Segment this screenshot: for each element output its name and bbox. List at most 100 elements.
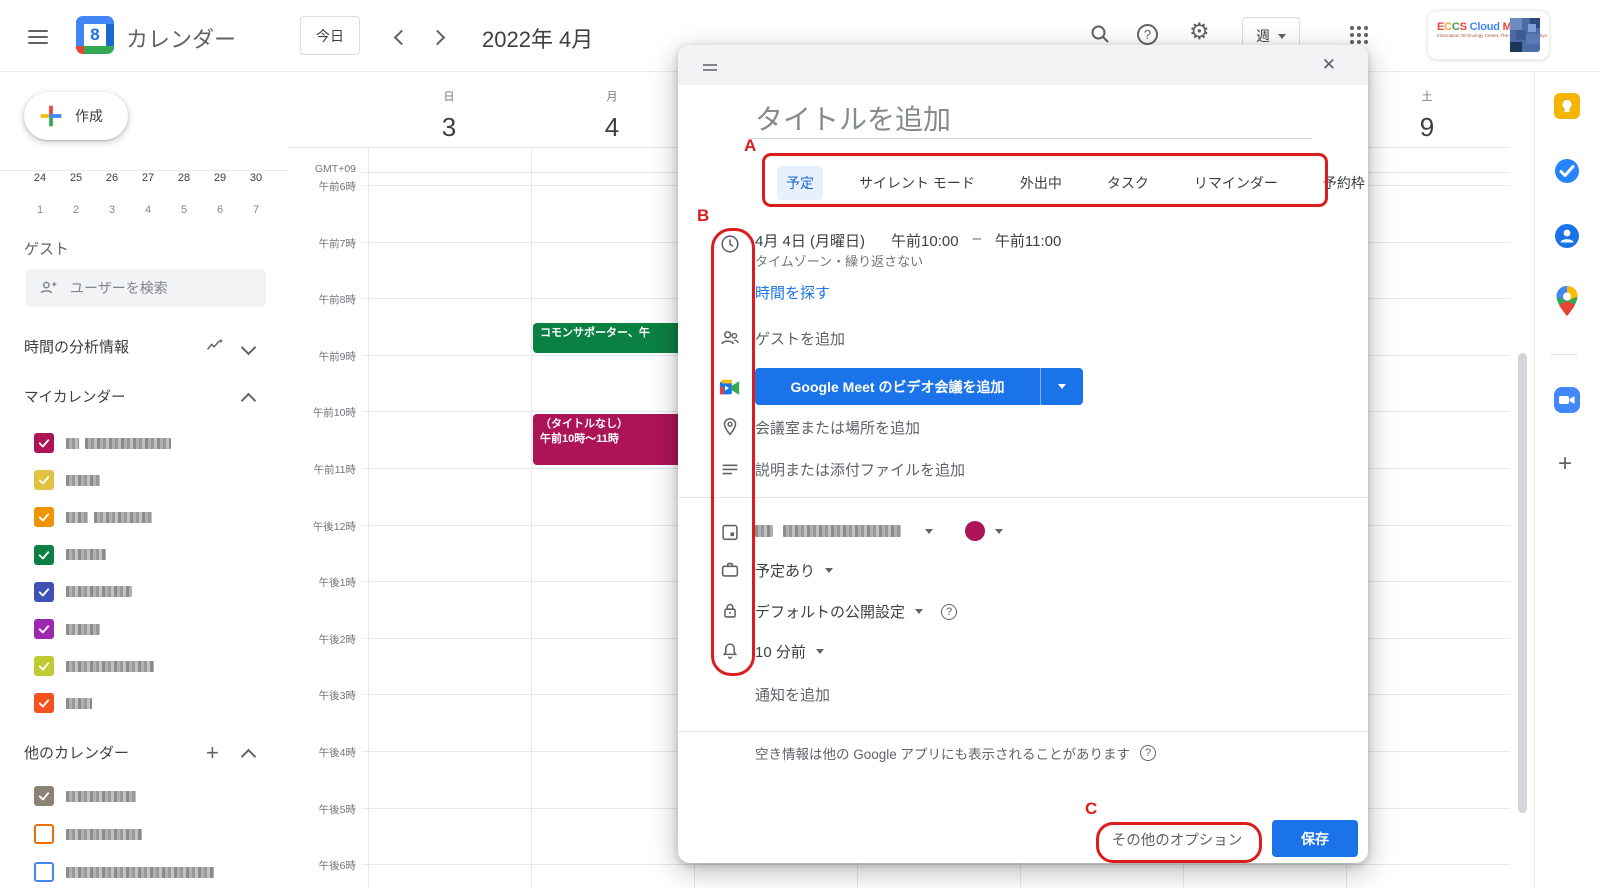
calendar-checkbox[interactable] [34, 582, 54, 602]
calendar-color-dot[interactable] [965, 521, 985, 541]
tasks-icon[interactable] [1554, 158, 1580, 184]
start-time[interactable]: 午前10:00 [891, 230, 959, 251]
calendar-list-item[interactable] [34, 655, 154, 677]
timezone-note[interactable]: タイムゾーン・繰り返さない [755, 251, 923, 270]
next-week-icon[interactable] [432, 30, 443, 48]
mini-calendar-day[interactable]: 24 [26, 172, 54, 184]
mini-calendar-day[interactable]: 4 [134, 204, 162, 216]
calendar-checkbox[interactable] [34, 433, 54, 453]
calendar-checkbox[interactable] [34, 693, 54, 713]
calendar-list-item[interactable] [34, 861, 214, 883]
today-button[interactable]: 今日 [300, 16, 360, 55]
datetime-row[interactable]: 4月 4日 (月曜日) 午前10:00 – 午前11:00 [755, 230, 1061, 251]
mini-calendar-day[interactable]: 3 [98, 204, 126, 216]
calendar-checkbox[interactable] [34, 862, 54, 882]
event-type-tab[interactable]: タスク [1098, 166, 1158, 200]
mini-calendar-day[interactable]: 26 [98, 172, 126, 184]
eccs-brand-part: C [1452, 21, 1460, 33]
calendar-event[interactable]: コモンサポーター、午 [533, 323, 685, 353]
search-icon[interactable] [1088, 22, 1112, 46]
grid-scrollbar[interactable] [1518, 353, 1527, 813]
calendar-list-item[interactable] [34, 692, 92, 714]
mini-calendar-day[interactable]: 25 [62, 172, 90, 184]
add-other-calendar-icon[interactable]: + [206, 740, 219, 766]
google-apps-icon[interactable] [1350, 26, 1368, 44]
calendar-list-item[interactable] [34, 469, 100, 491]
meet-options-dropdown[interactable] [1040, 368, 1083, 405]
event-type-tab[interactable]: 外出中 [1011, 166, 1071, 200]
create-button[interactable]: 作成 [24, 92, 128, 140]
add-description-field[interactable]: 説明または添付ファイルを追加 [755, 459, 965, 480]
person-search-icon [38, 278, 58, 298]
my-calendars-collapse-icon[interactable] [243, 393, 254, 411]
prev-week-icon[interactable] [396, 30, 407, 48]
event-type-tab[interactable]: 予約枠 [1314, 166, 1374, 200]
search-users-input[interactable]: ユーザーを検索 [26, 269, 266, 307]
visibility-select[interactable]: デフォルトの公開設定 ? [755, 601, 957, 622]
calendar-list-item[interactable] [34, 785, 136, 807]
availability-help-icon[interactable]: ? [1140, 745, 1156, 761]
calendar-checkbox[interactable] [34, 470, 54, 490]
calendar-checkbox[interactable] [34, 656, 54, 676]
mini-calendar-day[interactable]: 7 [242, 204, 270, 216]
calendar-checkbox[interactable] [34, 619, 54, 639]
mini-calendar-day[interactable]: 29 [206, 172, 234, 184]
calendar-select-row[interactable] [755, 520, 1003, 542]
close-icon[interactable]: ✕ [1322, 55, 1336, 75]
calendar-list-item[interactable] [34, 823, 142, 845]
calendar-list-item[interactable] [34, 544, 106, 566]
mini-calendar-day[interactable]: 30 [242, 172, 270, 184]
contacts-icon[interactable] [1554, 223, 1580, 249]
add-notification-button[interactable]: 通知を追加 [755, 684, 830, 705]
calendar-checkbox[interactable] [34, 545, 54, 565]
account-button[interactable]: ECCS Cloud Mail Information Technology C… [1427, 10, 1550, 60]
settings-gear-icon[interactable]: ⚙ [1189, 20, 1210, 43]
mini-calendar-day[interactable]: 27 [134, 172, 162, 184]
mini-calendar-day[interactable]: 2 [62, 204, 90, 216]
more-options-button[interactable]: その他のオプション [1103, 829, 1251, 851]
mini-calendar-day[interactable]: 1 [26, 204, 54, 216]
maps-icon[interactable] [1556, 286, 1578, 316]
keep-icon[interactable] [1554, 93, 1580, 119]
help-icon[interactable]: ? [1137, 24, 1158, 45]
calendar-checkbox[interactable] [34, 786, 54, 806]
other-calendars-collapse-icon[interactable] [243, 749, 254, 767]
add-location-field[interactable]: 会議室または場所を追加 [755, 417, 920, 438]
insights-chevron-icon[interactable] [243, 340, 254, 358]
dialog-drag-bar[interactable]: ✕ [678, 45, 1368, 85]
zoom-icon[interactable] [1554, 387, 1580, 413]
calendar-checkbox[interactable] [34, 824, 54, 844]
calendar-list-item[interactable] [34, 506, 152, 528]
visibility-help-icon[interactable]: ? [941, 604, 957, 620]
day-header[interactable]: 土9 [1382, 88, 1472, 143]
save-button[interactable]: 保存 [1272, 820, 1358, 857]
calendar-list-item[interactable] [34, 618, 100, 640]
time-label: 午後12時 [288, 519, 356, 534]
drag-handle-icon[interactable] [703, 61, 717, 74]
add-addon-icon[interactable]: + [1558, 450, 1572, 478]
add-guests-field[interactable]: ゲストを追加 [755, 328, 845, 349]
calendar-checkbox[interactable] [34, 507, 54, 527]
mini-calendar-day[interactable]: 28 [170, 172, 198, 184]
mini-calendar-day[interactable]: 6 [206, 204, 234, 216]
event-type-tab[interactable]: サイレント モード [850, 166, 984, 200]
busy-status-select[interactable]: 予定あり [755, 560, 833, 581]
event-date[interactable]: 4月 4日 (月曜日) [755, 230, 865, 251]
mini-calendar-day[interactable]: 5 [170, 204, 198, 216]
find-time-link[interactable]: 時間を探す [755, 282, 830, 303]
calendar-list-item[interactable] [34, 432, 171, 454]
calendar-event[interactable]: （タイトルなし）午前10時〜11時 [533, 414, 685, 465]
calendar-list-item[interactable] [34, 581, 132, 603]
event-type-tab[interactable]: 予定 [777, 166, 823, 200]
day-header[interactable]: 日3 [404, 88, 494, 143]
main-menu-icon[interactable] [28, 26, 48, 48]
end-time[interactable]: 午前11:00 [995, 230, 1061, 251]
day-header[interactable]: 月4 [567, 88, 657, 143]
reminder-select[interactable]: 10 分前 [755, 641, 824, 662]
title-input[interactable]: タイトルを追加 [755, 98, 951, 138]
dialog-divider [678, 731, 1368, 732]
calendar-app-icon[interactable]: 8 [76, 16, 114, 54]
redacted-calendar-name [66, 549, 106, 560]
event-type-tab[interactable]: リマインダー [1185, 166, 1287, 200]
add-meet-button[interactable]: Google Meet のビデオ会議を追加 [755, 368, 1040, 405]
